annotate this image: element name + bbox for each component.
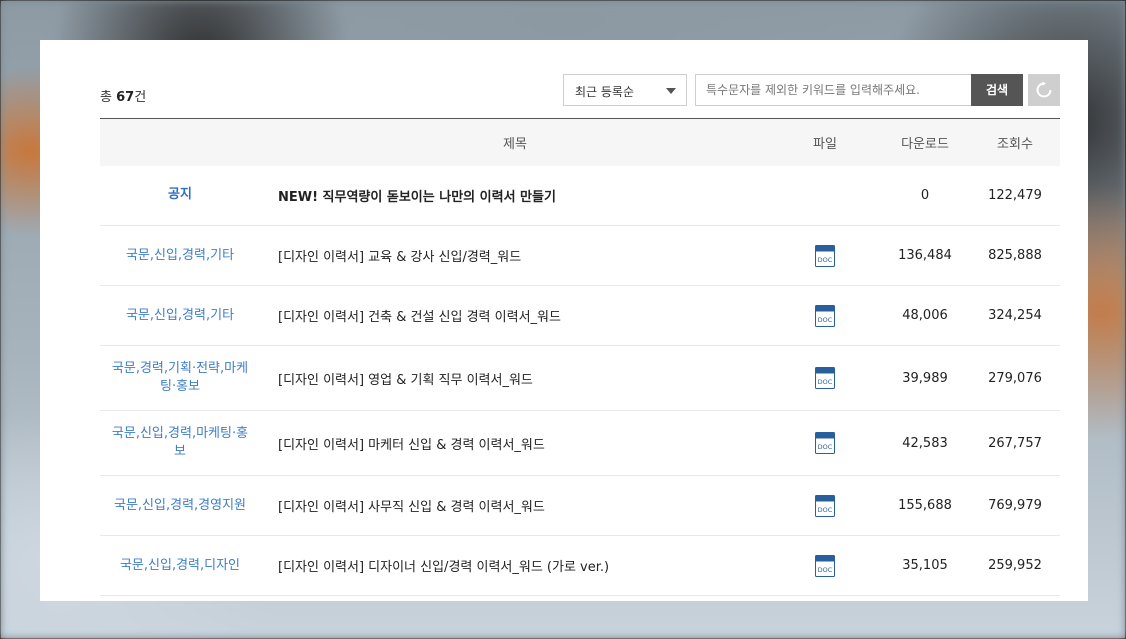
- row-category[interactable]: 국문,신입,경력,마케팅·홍보: [100, 410, 260, 476]
- list-toolbar: 총 67건 최근 등록순 검색: [100, 74, 1060, 106]
- row-downloads: 155,688: [880, 475, 970, 536]
- resume-list-panel: 총 67건 최근 등록순 검색 제목 파일 다운로드: [40, 40, 1088, 601]
- svg-text:DOC: DOC: [818, 316, 833, 324]
- doc-file-icon[interactable]: DOC: [815, 304, 835, 327]
- row-category[interactable]: 국문,경력,기획·전략,마케팅·홍보: [100, 345, 260, 411]
- row-views: 769,979: [970, 475, 1060, 536]
- header-category: [100, 119, 260, 166]
- row-category[interactable]: 국문,신입,경력,경영지원: [100, 475, 260, 536]
- row-title[interactable]: NEW! 직무역량이 돋보이는 나만의 이력서 만들기: [260, 165, 770, 226]
- row-file: DOC: [770, 535, 880, 596]
- header-file: 파일: [813, 136, 837, 152]
- row-category[interactable]: 공지: [100, 165, 260, 226]
- search-input[interactable]: [695, 74, 971, 106]
- row-title[interactable]: [디자인 이력서] 마케터 신입 & 경력 이력서_워드: [260, 410, 770, 476]
- row-file: DOC: [770, 410, 880, 476]
- table-row[interactable]: 국문,신입,경력,마케팅·홍보 [디자인 이력서] 마케터 신입 & 경력 이력…: [100, 410, 1060, 476]
- row-category[interactable]: 국문,신입,경력,기타: [100, 225, 260, 286]
- table-row-notice[interactable]: 공지 NEW! 직무역량이 돋보이는 나만의 이력서 만들기 0 122,479: [100, 165, 1060, 226]
- sort-selected-label: 최근 등록순: [575, 85, 635, 99]
- table-row[interactable]: 국문,신입,경력,디자인 [디자인 이력서] 디자이너 신입/경력 이력서_워드…: [100, 535, 1060, 596]
- doc-file-icon[interactable]: DOC: [815, 432, 835, 454]
- row-file: [770, 165, 880, 226]
- doc-file-icon[interactable]: DOC: [815, 494, 835, 517]
- row-downloads: 39,989: [880, 345, 970, 411]
- row-downloads: 0: [880, 165, 970, 226]
- doc-file-icon[interactable]: DOC: [815, 244, 835, 267]
- total-count: 총 67건: [100, 90, 147, 105]
- doc-file-icon[interactable]: DOC: [815, 554, 835, 577]
- svg-text:DOC: DOC: [818, 378, 833, 386]
- header-title: 제목: [503, 136, 527, 152]
- row-category[interactable]: 국문,신입,경력,기타: [100, 285, 260, 346]
- row-views: 267,757: [970, 410, 1060, 476]
- row-title[interactable]: [디자인 이력서] 건축 & 건설 신입 경력 이력서_워드: [260, 285, 770, 346]
- svg-text:DOC: DOC: [818, 506, 833, 514]
- row-views: 122,479: [970, 165, 1060, 226]
- row-views: 259,952: [970, 535, 1060, 596]
- row-downloads: 136,484: [880, 225, 970, 286]
- table-row[interactable]: 국문,신입,경력,경영지원 [디자인 이력서] 사무직 신입 & 경력 이력서_…: [100, 475, 1060, 536]
- svg-text:DOC: DOC: [818, 566, 833, 574]
- caret-down-icon: [666, 88, 676, 94]
- total-count-number: 67: [116, 90, 135, 105]
- resume-table: 제목 파일 다운로드 조회수 공지 NEW! 직무역량이 돋보이는 나만의 이력…: [100, 118, 1060, 596]
- header-downloads: 다운로드: [901, 136, 949, 152]
- row-downloads: 48,006: [880, 285, 970, 346]
- doc-file-icon[interactable]: DOC: [815, 367, 835, 389]
- row-category[interactable]: 국문,신입,경력,디자인: [100, 535, 260, 596]
- refresh-icon: [1036, 81, 1052, 98]
- table-row[interactable]: 국문,신입,경력,기타 [디자인 이력서] 건축 & 건설 신입 경력 이력서_…: [100, 285, 1060, 346]
- row-views: 279,076: [970, 345, 1060, 411]
- reset-button[interactable]: [1028, 74, 1060, 106]
- row-title[interactable]: [디자인 이력서] 교육 & 강사 신입/경력_워드: [260, 225, 770, 286]
- row-views: 825,888: [970, 225, 1060, 286]
- search-button[interactable]: 검색: [971, 74, 1023, 106]
- table-row[interactable]: 국문,경력,기획·전략,마케팅·홍보 [디자인 이력서] 영업 & 기획 직무 …: [100, 345, 1060, 411]
- row-downloads: 42,583: [880, 410, 970, 476]
- row-title[interactable]: [디자인 이력서] 디자이너 신입/경력 이력서_워드 (가로 ver.): [260, 535, 770, 596]
- table-header-row: 제목 파일 다운로드 조회수: [100, 118, 1060, 166]
- row-title[interactable]: [디자인 이력서] 영업 & 기획 직무 이력서_워드: [260, 345, 770, 411]
- row-file: DOC: [770, 225, 880, 286]
- row-file: DOC: [770, 475, 880, 536]
- resume-table-wrap: 제목 파일 다운로드 조회수 공지 NEW! 직무역량이 돋보이는 나만의 이력…: [100, 118, 1060, 596]
- row-title[interactable]: [디자인 이력서] 사무직 신입 & 경력 이력서_워드: [260, 475, 770, 536]
- header-views: 조회수: [997, 136, 1033, 152]
- table-row[interactable]: 국문,신입,경력,기타 [디자인 이력서] 교육 & 강사 신입/경력_워드 D…: [100, 225, 1060, 286]
- svg-text:DOC: DOC: [818, 256, 833, 264]
- sort-select[interactable]: 최근 등록순: [563, 74, 687, 106]
- row-views: 324,254: [970, 285, 1060, 346]
- row-file: DOC: [770, 285, 880, 346]
- svg-text:DOC: DOC: [818, 443, 833, 451]
- row-file: DOC: [770, 345, 880, 411]
- row-downloads: 35,105: [880, 535, 970, 596]
